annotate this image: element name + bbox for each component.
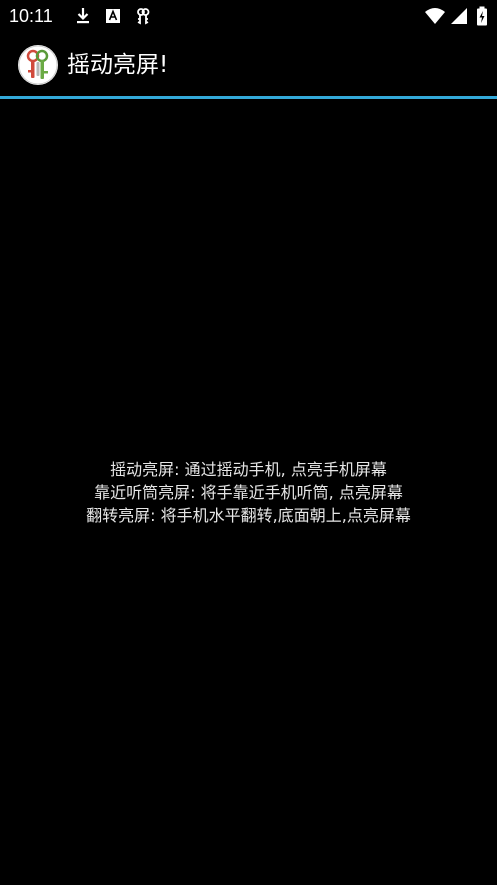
instruction-shake: 摇动亮屏: 通过摇动手机, 点亮手机屏幕 — [110, 460, 387, 479]
download-icon — [77, 8, 89, 24]
instruction-proximity: 靠近听筒亮屏: 将手靠近手机听筒, 点亮屏幕 — [94, 483, 403, 502]
keys-app-icon[interactable] — [18, 45, 58, 85]
main-content: 摇动亮屏: 通过摇动手机, 点亮手机屏幕 靠近听筒亮屏: 将手靠近手机听筒, 点… — [0, 99, 497, 885]
status-bar: 10:11 — [0, 0, 497, 33]
wifi-icon — [425, 8, 445, 24]
a-notification-icon — [106, 9, 120, 23]
action-bar: 摇动亮屏! — [0, 33, 497, 97]
instructions-text: 摇动亮屏: 通过摇动手机, 点亮手机屏幕 靠近听筒亮屏: 将手靠近手机听筒, 点… — [0, 458, 497, 527]
battery-charging-icon — [477, 6, 487, 26]
status-time: 10:11 — [9, 6, 53, 26]
keys-notification-icon — [137, 8, 150, 25]
cell-signal-icon — [451, 8, 467, 24]
instruction-flip: 翻转亮屏: 将手机水平翻转,底面朝上,点亮屏幕 — [86, 506, 411, 525]
app-title: 摇动亮屏! — [67, 52, 169, 78]
